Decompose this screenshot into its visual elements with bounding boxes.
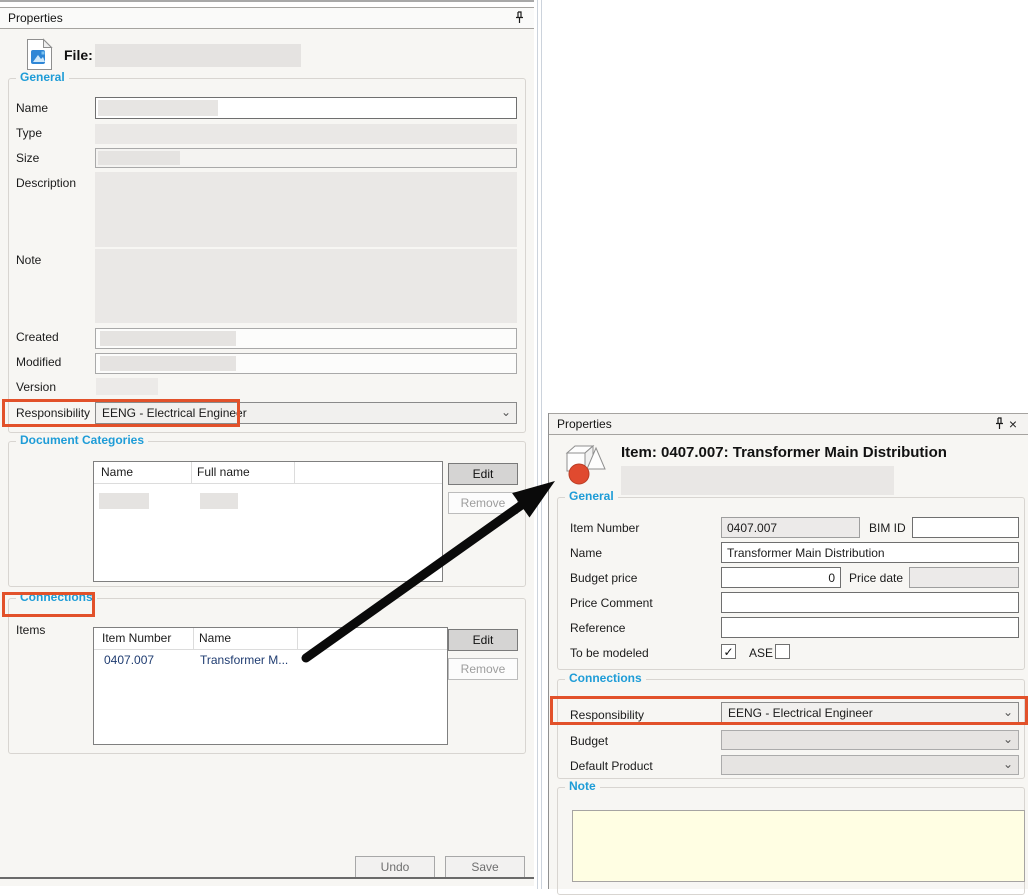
price-comment-label: Price Comment — [570, 596, 653, 610]
note-label: Note — [16, 253, 41, 267]
name-label: Name — [16, 101, 48, 115]
item-header-title: Item: 0407.007: Transformer Main Distrib… — [621, 444, 947, 461]
responsibility-label: Responsibility — [16, 406, 90, 420]
size-value-redacted — [98, 151, 180, 165]
file-label: File: — [64, 47, 93, 63]
dc-row-fullname-redacted — [200, 493, 238, 509]
left-panel-title: Properties — [8, 11, 512, 25]
description-field — [95, 172, 517, 247]
item-name-value: Transformer Main Distribution — [727, 546, 885, 560]
item-responsibility-value: EENG - Electrical Engineer — [728, 706, 873, 720]
dc-remove-button[interactable]: Remove — [448, 492, 518, 514]
items-col-number: Item Number — [102, 631, 171, 645]
item-number-label: Item Number — [570, 521, 639, 535]
modified-label: Modified — [16, 355, 61, 369]
splitter-line[interactable] — [537, 0, 538, 889]
reference-input[interactable] — [721, 617, 1019, 638]
description-label: Description — [16, 176, 76, 190]
dc-row-name-redacted — [99, 493, 149, 509]
chevron-down-icon: ⌄ — [1003, 733, 1013, 745]
reference-label: Reference — [570, 621, 625, 635]
default-product-dropdown[interactable]: ⌄ — [721, 755, 1019, 775]
dc-edit-button[interactable]: Edit — [448, 463, 518, 485]
size-label: Size — [16, 151, 39, 165]
left-properties-panel: Properties File: General Name Type Size … — [0, 0, 534, 886]
budget-dropdown[interactable]: ⌄ — [721, 730, 1019, 750]
bim-id-input[interactable] — [912, 517, 1019, 538]
default-product-label: Default Product — [570, 759, 653, 773]
created-label: Created — [16, 330, 59, 344]
chevron-down-icon: ⌄ — [1003, 705, 1013, 717]
budget-price-input[interactable]: 0 — [721, 567, 841, 588]
items-col-name: Name — [199, 631, 231, 645]
created-value-redacted — [100, 331, 236, 346]
document-categories-table[interactable]: Name Full name — [93, 461, 443, 582]
chevron-down-icon: ⌄ — [1003, 758, 1013, 770]
right-panel-titlebar: Properties × — [549, 413, 1028, 435]
pin-icon[interactable] — [512, 10, 526, 26]
right-properties-panel: Properties × Item: 0407.007: Transformer… — [548, 413, 1028, 889]
budget-price-value: 0 — [828, 571, 835, 585]
items-label: Items — [16, 623, 45, 637]
document-categories-title: Document Categories — [16, 433, 148, 447]
ase-checkbox[interactable] — [775, 644, 790, 659]
items-edit-button[interactable]: Edit — [448, 629, 518, 651]
bim-id-label: BIM ID — [869, 521, 906, 535]
item-general-title: General — [565, 489, 618, 503]
undo-button[interactable]: Undo — [355, 856, 435, 878]
price-date-label: Price date — [849, 571, 903, 585]
responsibility-dropdown[interactable]: EENG - Electrical Engineer ⌄ — [95, 402, 517, 424]
general-group-title: General — [16, 70, 69, 84]
dc-col-name: Name — [101, 465, 133, 479]
ase-label: ASE — [749, 646, 773, 660]
item-note-title: Note — [565, 779, 600, 793]
item-number-field: 0407.007 — [721, 517, 860, 538]
table-row[interactable]: 0407.007 Transformer M... — [94, 650, 447, 670]
item-icon — [563, 441, 607, 494]
item-name-cell: Transformer M... — [200, 653, 288, 667]
budget-label: Budget — [570, 734, 608, 748]
version-label: Version — [16, 380, 56, 394]
items-remove-button[interactable]: Remove — [448, 658, 518, 680]
responsibility-value: EENG - Electrical Engineer — [102, 406, 247, 420]
note-textarea[interactable] — [572, 810, 1025, 882]
type-label: Type — [16, 126, 42, 140]
check-icon: ✓ — [723, 646, 733, 658]
item-number-cell: 0407.007 — [104, 653, 154, 667]
item-responsibility-label: Responsibility — [570, 708, 644, 722]
pin-icon[interactable] — [992, 416, 1006, 432]
connections-group-title: Connections — [16, 590, 97, 604]
type-field — [95, 124, 517, 144]
item-name-label: Name — [570, 546, 602, 560]
item-name-input[interactable]: Transformer Main Distribution — [721, 542, 1019, 563]
note-field — [95, 249, 517, 323]
name-value-redacted — [98, 100, 218, 116]
price-date-field — [909, 567, 1019, 588]
file-value-redacted — [95, 44, 301, 67]
budget-price-label: Budget price — [570, 571, 637, 585]
modified-value-redacted — [100, 356, 236, 371]
item-number-value: 0407.007 — [727, 521, 777, 535]
file-icon — [26, 38, 53, 74]
chevron-down-icon: ⌄ — [501, 406, 511, 418]
dc-col-fullname: Full name — [197, 465, 250, 479]
to-be-modeled-label: To be modeled — [570, 646, 649, 660]
close-icon[interactable]: × — [1006, 416, 1020, 432]
version-field — [95, 377, 517, 396]
version-value-redacted — [96, 378, 158, 395]
splitter-line[interactable] — [541, 0, 542, 889]
item-header-redacted — [621, 466, 894, 495]
item-responsibility-dropdown[interactable]: EENG - Electrical Engineer ⌄ — [721, 702, 1019, 723]
items-table[interactable]: Item Number Name 0407.007 Transformer M.… — [93, 627, 448, 745]
save-button[interactable]: Save — [445, 856, 525, 878]
right-panel-title: Properties — [557, 417, 992, 431]
price-comment-input[interactable] — [721, 592, 1019, 613]
item-connections-title: Connections — [565, 671, 646, 685]
to-be-modeled-checkbox[interactable]: ✓ — [721, 644, 736, 659]
left-panel-titlebar: Properties — [0, 7, 534, 29]
bottom-edge-line — [0, 877, 534, 879]
